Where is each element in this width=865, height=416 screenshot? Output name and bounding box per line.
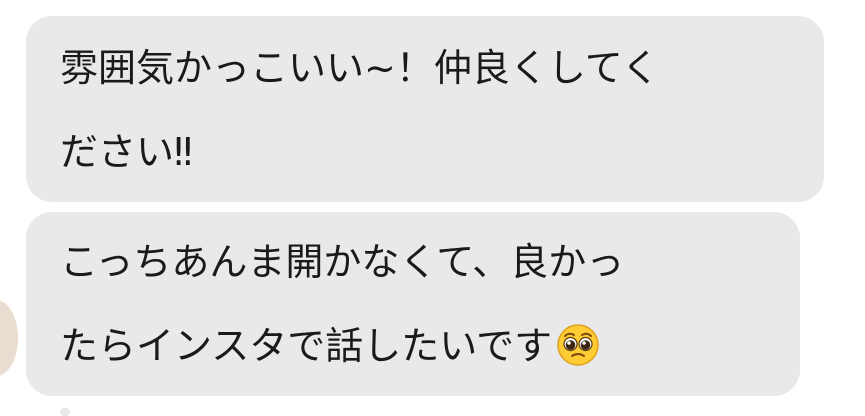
message-bubble[interactable]: 雰囲気かっこいい~！仲良くしてく ださい‼︎ xyxy=(26,16,824,202)
pleading-face-icon xyxy=(557,323,599,366)
message-bubble[interactable]: こっちあんま開かなくて、良かっ たらインスタで話したいです xyxy=(26,212,800,396)
message-text-line-with-emoji: たらインスタで話したいです xyxy=(60,304,766,388)
message-text: たらインスタで話したいです xyxy=(60,324,553,368)
message-text-line: こっちあんま開かなくて、良かっ xyxy=(60,240,625,284)
chat-thread: 雰囲気かっこいい~！仲良くしてく ださい‼︎ こっちあんま開かなくて、良かっ た… xyxy=(0,0,865,416)
message-text-line: ださい‼︎ xyxy=(60,130,193,174)
avatar[interactable] xyxy=(0,300,18,376)
message-text-line: 雰囲気かっこいい~！仲良くしてく xyxy=(60,46,660,90)
next-message-hint xyxy=(60,408,70,416)
